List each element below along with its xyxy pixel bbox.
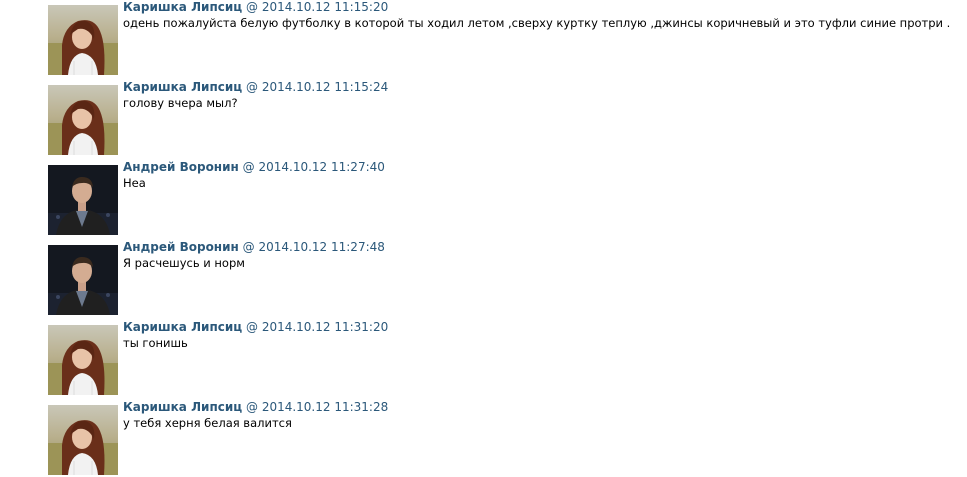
timestamp[interactable]: 2014.10.12 11:15:20 [262,0,388,14]
author-link[interactable]: Каришка Липсиц [123,80,242,94]
girl-photo-icon [48,5,118,75]
author-link[interactable]: Андрей Воронин [123,240,239,254]
avatar[interactable] [48,85,118,155]
message-header: Каришка Липсиц @ 2014.10.12 11:31:28 [123,400,388,415]
timestamp[interactable]: 2014.10.12 11:15:24 [262,80,388,94]
at-separator: @ [245,0,258,14]
timestamp[interactable]: 2014.10.12 11:27:40 [258,160,384,174]
message-item: Каришка Липсиц @ 2014.10.12 11:15:24 гол… [0,80,967,155]
avatar[interactable] [48,5,118,75]
message-header: Андрей Воронин @ 2014.10.12 11:27:40 [123,160,385,175]
avatar[interactable] [48,405,118,475]
author-link[interactable]: Андрей Воронин [123,160,239,174]
timestamp[interactable]: 2014.10.12 11:31:20 [262,320,388,334]
message-item: Каришка Липсиц @ 2014.10.12 11:15:20 оде… [0,0,967,75]
boy-photo-icon [48,165,118,235]
message-header: Каришка Липсиц @ 2014.10.12 11:15:24 [123,80,388,95]
at-separator: @ [242,240,255,254]
at-separator: @ [245,400,258,414]
message-text: голову вчера мыл? [123,96,238,110]
message-item: Каришка Липсиц @ 2014.10.12 11:31:28 у т… [0,400,967,475]
message-header: Андрей Воронин @ 2014.10.12 11:27:48 [123,240,385,255]
avatar[interactable] [48,165,118,235]
avatar[interactable] [48,245,118,315]
at-separator: @ [242,160,255,174]
girl-photo-icon [48,325,118,395]
girl-photo-icon [48,405,118,475]
message-text: одень пожалуйста белую футболку в которо… [123,16,951,30]
author-link[interactable]: Каришка Липсиц [123,400,242,414]
at-separator: @ [245,80,258,94]
message-item: Каришка Липсиц @ 2014.10.12 11:31:20 ты … [0,320,967,395]
message-header: Каришка Липсиц @ 2014.10.12 11:31:20 [123,320,388,335]
author-link[interactable]: Каришка Липсиц [123,320,242,334]
message-item: Андрей Воронин @ 2014.10.12 11:27:48 Я р… [0,240,967,315]
timestamp[interactable]: 2014.10.12 11:31:28 [262,400,388,414]
message-item: Андрей Воронин @ 2014.10.12 11:27:40 Неа [0,160,967,235]
girl-photo-icon [48,85,118,155]
avatar[interactable] [48,325,118,395]
message-text: у тебя херня белая валится [123,416,292,430]
message-text: Неа [123,176,146,190]
timestamp[interactable]: 2014.10.12 11:27:48 [258,240,384,254]
author-link[interactable]: Каришка Липсиц [123,0,242,14]
boy-photo-icon [48,245,118,315]
message-header: Каришка Липсиц @ 2014.10.12 11:15:20 [123,0,388,15]
message-text: ты гонишь [123,336,188,350]
message-text: Я расчешусь и норм [123,256,245,270]
at-separator: @ [245,320,258,334]
